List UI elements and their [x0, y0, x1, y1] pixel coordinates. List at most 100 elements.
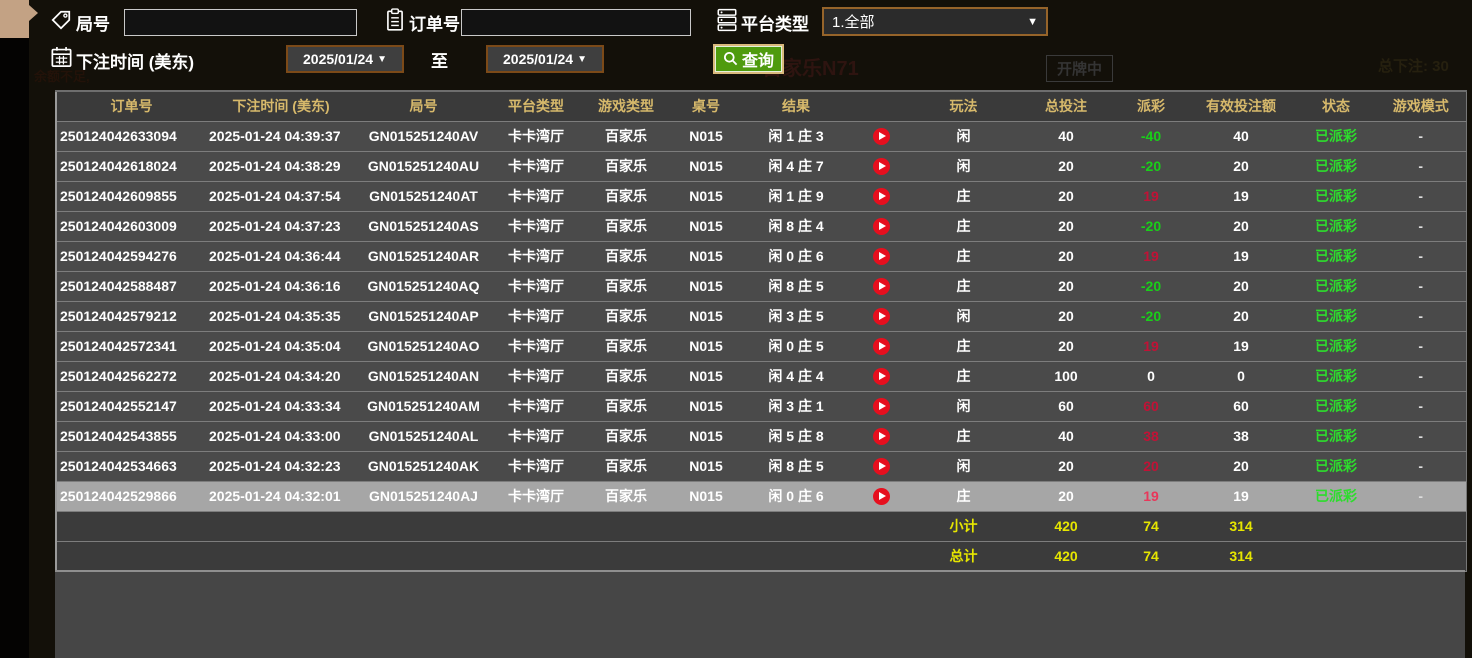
total-bet-cell: 20 — [1016, 331, 1116, 361]
bet-time-cell: 2025-01-24 04:35:35 — [206, 301, 356, 331]
table-no-cell: N015 — [671, 481, 741, 511]
bet-time-cell: 2025-01-24 04:33:34 — [206, 391, 356, 421]
date-from-picker[interactable]: 2025/01/24 ▼ — [286, 45, 404, 73]
replay-play-icon[interactable] — [873, 248, 890, 265]
subtotal-row-game-type-cell — [581, 511, 671, 541]
table-no-cell: N015 — [671, 361, 741, 391]
table-row[interactable]: 2501240425521472025-01-24 04:33:34GN0152… — [56, 391, 1466, 421]
platform-type-select[interactable]: 1.全部 ▼ — [822, 7, 1048, 36]
grand-total-row-total-bet-cell: 420 — [1016, 541, 1116, 571]
platform-cell: 卡卡湾厅 — [491, 421, 581, 451]
table-row[interactable]: 2501240425884872025-01-24 04:36:16GN0152… — [56, 271, 1466, 301]
replay-play-icon[interactable] — [873, 278, 890, 295]
payout-cell: 19 — [1116, 181, 1186, 211]
method-cell: 闲 — [911, 121, 1016, 151]
table-row[interactable]: 2501240425438552025-01-24 04:33:00GN0152… — [56, 421, 1466, 451]
table-row[interactable]: 2501240426098552025-01-24 04:37:54GN0152… — [56, 181, 1466, 211]
replay-play-icon[interactable] — [873, 308, 890, 325]
replay-play-icon[interactable] — [873, 398, 890, 415]
table-no-cell: N015 — [671, 121, 741, 151]
column-header-11: 有效投注额 — [1186, 91, 1296, 121]
replay-play-icon[interactable] — [873, 338, 890, 355]
replay-play-icon[interactable] — [873, 368, 890, 385]
replay-play-icon[interactable] — [873, 188, 890, 205]
result-cell: 闲 4 庄 4 — [741, 361, 851, 391]
table-row[interactable]: 2501240426330942025-01-24 04:39:37GN0152… — [56, 121, 1466, 151]
table-row[interactable]: 2501240426030092025-01-24 04:37:23GN0152… — [56, 211, 1466, 241]
column-header-9: 总投注 — [1016, 91, 1116, 121]
game-type-cell: 百家乐 — [581, 271, 671, 301]
table-row[interactable]: 2501240425346632025-01-24 04:32:23GN0152… — [56, 451, 1466, 481]
payout-cell: 20 — [1116, 451, 1186, 481]
subtotal-row-payout-cell: 74 — [1116, 511, 1186, 541]
game-mode-cell: - — [1376, 151, 1466, 181]
order-no-input[interactable] — [461, 9, 691, 36]
platform-cell: 卡卡湾厅 — [491, 481, 581, 511]
bet-time-cell: 2025-01-24 04:37:23 — [206, 211, 356, 241]
total-bet-cell: 20 — [1016, 481, 1116, 511]
platform-type-value: 1.全部 — [832, 11, 875, 32]
grand-total-row-replay-cell — [851, 541, 911, 571]
query-button[interactable]: 查询 — [713, 44, 784, 74]
replay-cell — [851, 241, 911, 271]
platform-cell: 卡卡湾厅 — [491, 181, 581, 211]
grand-total-row-status-cell — [1296, 541, 1376, 571]
order-no-cell: 250124042552147 — [56, 391, 206, 421]
total-bet-cell: 20 — [1016, 271, 1116, 301]
bet-time-label: 下注时间 (美东) — [76, 48, 194, 73]
order-no-cell: 250124042562272 — [56, 361, 206, 391]
replay-play-icon[interactable] — [873, 458, 890, 475]
chevron-down-icon: ▼ — [377, 54, 387, 65]
result-cell: 闲 0 庄 6 — [741, 481, 851, 511]
payout-cell: 38 — [1116, 421, 1186, 451]
clipboard-icon — [384, 8, 406, 32]
grand-total-row-game-type-cell — [581, 541, 671, 571]
table-row[interactable]: 2501240425942762025-01-24 04:36:44GN0152… — [56, 241, 1466, 271]
chevron-down-icon: ▼ — [577, 54, 587, 65]
table-row[interactable]: 2501240425622722025-01-24 04:34:20GN0152… — [56, 361, 1466, 391]
table-row[interactable]: 2501240425792122025-01-24 04:35:35GN0152… — [56, 301, 1466, 331]
platform-type-icon — [716, 8, 738, 32]
replay-cell — [851, 151, 911, 181]
subtotal-row-valid-bet-cell: 314 — [1186, 511, 1296, 541]
method-cell: 闲 — [911, 451, 1016, 481]
panel-collapse-handle[interactable] — [0, 0, 29, 38]
order-no-cell: 250124042572341 — [56, 331, 206, 361]
replay-play-icon[interactable] — [873, 158, 890, 175]
grand-total-row-game-mode-cell — [1376, 541, 1466, 571]
date-to-picker[interactable]: 2025/01/24 ▼ — [486, 45, 604, 73]
replay-cell — [851, 421, 911, 451]
status-cell: 已派彩 — [1296, 391, 1376, 421]
table-row[interactable]: 2501240425723412025-01-24 04:35:04GN0152… — [56, 331, 1466, 361]
status-cell: 已派彩 — [1296, 241, 1376, 271]
records-table-wrap: 订单号下注时间 (美东)局号平台类型游戏类型桌号结果玩法总投注派彩有效投注额状态… — [55, 90, 1465, 572]
total-bet-cell: 20 — [1016, 211, 1116, 241]
replay-play-icon[interactable] — [873, 428, 890, 445]
game-mode-cell: - — [1376, 331, 1466, 361]
replay-play-icon[interactable] — [873, 128, 890, 145]
method-cell: 庄 — [911, 481, 1016, 511]
replay-play-icon[interactable] — [873, 218, 890, 235]
game-mode-cell: - — [1376, 121, 1466, 151]
table-no-cell: N015 — [671, 211, 741, 241]
game-mode-cell: - — [1376, 481, 1466, 511]
round-no-cell: GN015251240AN — [356, 361, 491, 391]
platform-cell: 卡卡湾厅 — [491, 451, 581, 481]
valid-bet-cell: 40 — [1186, 121, 1296, 151]
game-mode-cell: - — [1376, 301, 1466, 331]
round-no-cell: GN015251240AR — [356, 241, 491, 271]
bet-time-cell: 2025-01-24 04:32:23 — [206, 451, 356, 481]
game-type-cell: 百家乐 — [581, 481, 671, 511]
valid-bet-cell: 19 — [1186, 181, 1296, 211]
method-cell: 庄 — [911, 211, 1016, 241]
round-no-input[interactable] — [124, 9, 357, 36]
background-bleed-text: 开牌中 — [1046, 55, 1113, 82]
table-row[interactable]: 2501240425298662025-01-24 04:32:01GN0152… — [56, 481, 1466, 511]
replay-play-icon[interactable] — [873, 488, 890, 505]
subtotal-row: 小计42074314 — [56, 511, 1466, 541]
method-cell: 庄 — [911, 181, 1016, 211]
payout-cell: 19 — [1116, 481, 1186, 511]
payout-cell: -20 — [1116, 301, 1186, 331]
table-row[interactable]: 2501240426180242025-01-24 04:38:29GN0152… — [56, 151, 1466, 181]
total-bet-cell: 20 — [1016, 151, 1116, 181]
